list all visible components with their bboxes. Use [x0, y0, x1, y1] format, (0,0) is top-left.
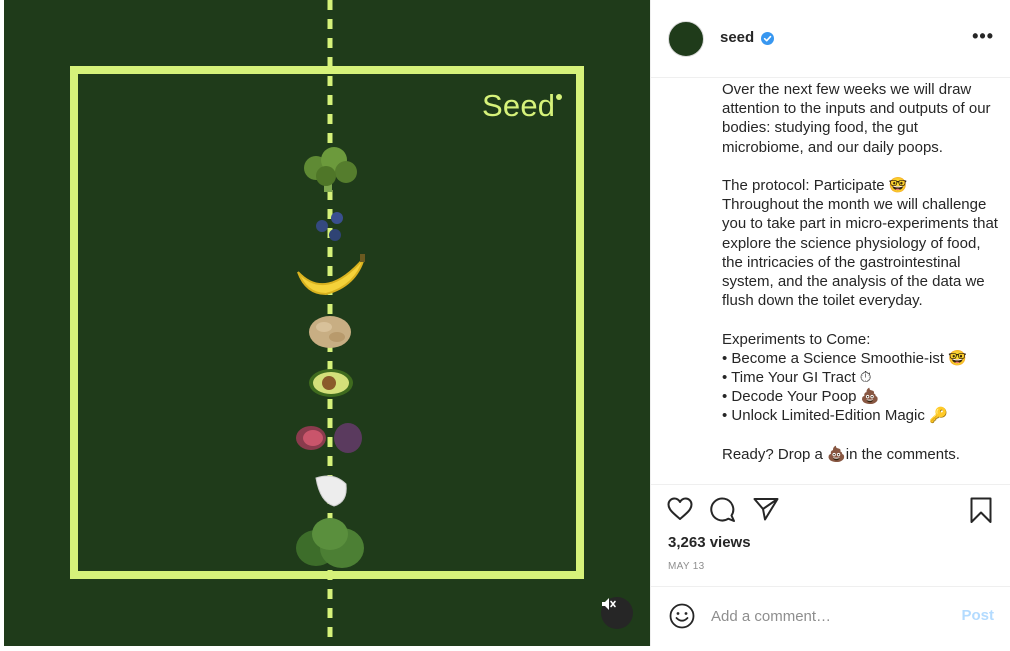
emoji-icon[interactable] [669, 603, 695, 629]
post-date[interactable]: MAY 13 [668, 561, 704, 572]
caption-line: • Time Your GI Tract ⏱ [722, 369, 872, 387]
avocado-icon [309, 369, 353, 397]
like-heart-icon[interactable] [667, 497, 693, 521]
caption-line [722, 310, 1002, 329]
seed-logo-text: Seed [482, 88, 556, 123]
caption-line: Experiments to Come: [722, 330, 871, 348]
view-count[interactable]: 3,263 views [668, 534, 751, 551]
verified-badge-icon [761, 32, 774, 45]
caption-line: • Decode Your Poop 💩 [722, 388, 880, 406]
post-media[interactable]: Seed [4, 0, 650, 646]
speaker-muted-icon [602, 598, 616, 610]
caption-line: • Become a Science Smoothie-ist 🤓 [722, 349, 967, 367]
comment-bubble-icon[interactable] [710, 497, 736, 523]
caption-line: The protocol: Participate 🤓 [722, 177, 908, 194]
garlic-icon [315, 475, 347, 507]
seed-logo: Seed [482, 88, 563, 124]
caption-line: • Unlock Limited-Edition Magic 🔑 [722, 407, 948, 425]
caption-line [722, 426, 1002, 445]
spinach-icon [296, 518, 364, 568]
lentils-icon [309, 316, 351, 348]
caption-line [722, 157, 1002, 176]
share-paper-plane-icon[interactable] [753, 497, 779, 521]
save-bookmark-icon[interactable] [970, 497, 992, 524]
caption-line: Ready? Drop a 💩in the comments. [722, 445, 960, 463]
comment-form: Post [651, 586, 1010, 646]
post-detail-panel: seed ••• Over the next few weeks we will… [650, 0, 1010, 646]
username-link[interactable]: seed [720, 29, 754, 46]
caption-line: Throughout the month we will challenge y… [722, 196, 998, 310]
post-actions: 3,263 views MAY 13 [651, 484, 1010, 586]
avatar[interactable] [668, 21, 704, 57]
post-comment-button[interactable]: Post [961, 607, 994, 624]
post-header: seed ••• [651, 0, 1010, 78]
broccoli-icon [304, 147, 357, 192]
caption-line: Over the next few weeks we will draw att… [722, 81, 991, 156]
more-options-button[interactable]: ••• [972, 26, 994, 47]
mute-button[interactable] [601, 597, 633, 629]
post-caption: Over the next few weeks we will draw att… [722, 80, 1002, 482]
comment-input[interactable] [711, 605, 931, 627]
